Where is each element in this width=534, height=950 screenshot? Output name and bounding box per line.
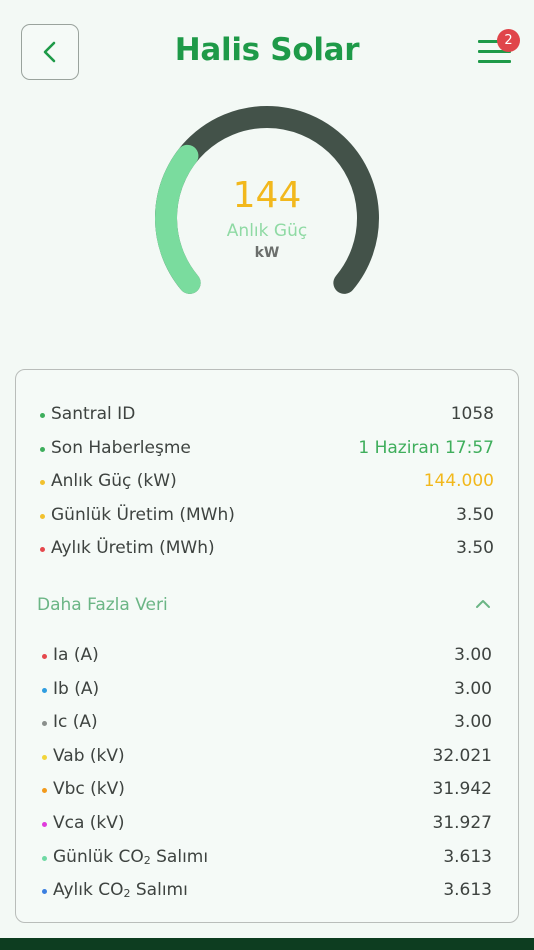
page-title: Halis Solar	[174, 32, 360, 68]
row-value: 144.000	[423, 471, 494, 492]
bullet-dot	[42, 721, 47, 727]
data-row: Günlük Üretim (MWh) 3.50	[16, 502, 518, 532]
bullet-dot	[42, 654, 47, 659]
row-label: Aylık CO2 Salımı	[53, 880, 188, 901]
more-data-toggle-label[interactable]: Daha Fazla Veri	[37, 595, 168, 615]
row-value: 3.50	[456, 538, 494, 559]
bullet-dot	[42, 754, 47, 760]
row-value: 31.927	[432, 813, 492, 833]
row-label: Ic (A)	[53, 712, 98, 733]
header: Halis Solar 2	[0, 0, 534, 100]
row-label: Aylık Üretim (MWh)	[51, 538, 215, 559]
bullet-dot	[42, 788, 47, 794]
data-row: Vca (kV) 31.927	[16, 810, 518, 840]
data-row: Anlık Güç (kW) 144.000	[16, 468, 518, 498]
data-row: Ic (A) 3.00	[16, 709, 518, 739]
bullet-dot	[40, 480, 45, 486]
gauge-label: Anlık Güç	[226, 221, 308, 241]
chevron-up-icon[interactable]	[474, 596, 492, 610]
data-row: Son Haberleşme 1 Haziran 17:57	[16, 435, 518, 465]
bullet-dot	[40, 446, 45, 452]
info-card: Santral ID 1058 Son Haberleşme 1 Haziran 17…	[15, 369, 519, 923]
row-label: Santral ID	[51, 404, 136, 424]
row-label: Günlük CO2 Salımı	[53, 846, 209, 867]
row-label: Anlık Güç (kW)	[51, 471, 177, 492]
data-row: Santral ID 1058	[16, 401, 518, 431]
data-row: Ia (A) 3.00	[16, 642, 518, 672]
bottom-bar	[0, 938, 534, 950]
row-value: 3.613	[443, 846, 492, 867]
data-row: Vbc (kV) 31.942	[16, 776, 518, 806]
bullet-dot	[40, 547, 45, 553]
gauge-value: 144	[232, 175, 302, 216]
row-value: 31.942	[432, 779, 492, 800]
row-value: 3.00	[454, 712, 492, 733]
row-value: 3.00	[454, 645, 492, 665]
row-label: Ib (A)	[53, 678, 100, 699]
row-value: 1 Haziran 17:57	[358, 437, 494, 458]
bullet-dot	[42, 687, 47, 693]
bullet-dot	[40, 413, 45, 418]
bullet-dot	[42, 822, 47, 827]
row-label: Vca (kV)	[53, 813, 125, 833]
row-label: Vab (kV)	[53, 745, 125, 766]
gauge-unit: kW	[254, 245, 280, 261]
row-value: 32.021	[432, 745, 492, 766]
row-value: 1058	[450, 404, 494, 424]
row-label: Ia (A)	[53, 645, 99, 665]
data-row: Günlük CO2 Salımı 3.613	[16, 844, 518, 874]
data-row: Aylık Üretim (MWh) 3.50	[16, 535, 518, 565]
row-label: Son Haberleşme	[51, 437, 191, 458]
bullet-dot	[40, 513, 45, 519]
data-row: Ib (A) 3.00	[16, 676, 518, 706]
row-value: 3.00	[454, 678, 492, 699]
row-value: 3.613	[443, 880, 492, 901]
bullet-dot	[42, 855, 47, 861]
row-label: Vbc (kV)	[53, 779, 125, 800]
bullet-dot	[42, 889, 47, 895]
data-row: Aylık CO2 Salımı 3.613	[16, 877, 518, 907]
data-row: Vab (kV) 32.021	[16, 743, 518, 773]
hamburger-icon-bar	[478, 60, 511, 63]
notification-badge: 2	[497, 29, 520, 52]
row-value: 3.50	[456, 504, 494, 525]
row-label: Günlük Üretim (MWh)	[51, 504, 235, 525]
